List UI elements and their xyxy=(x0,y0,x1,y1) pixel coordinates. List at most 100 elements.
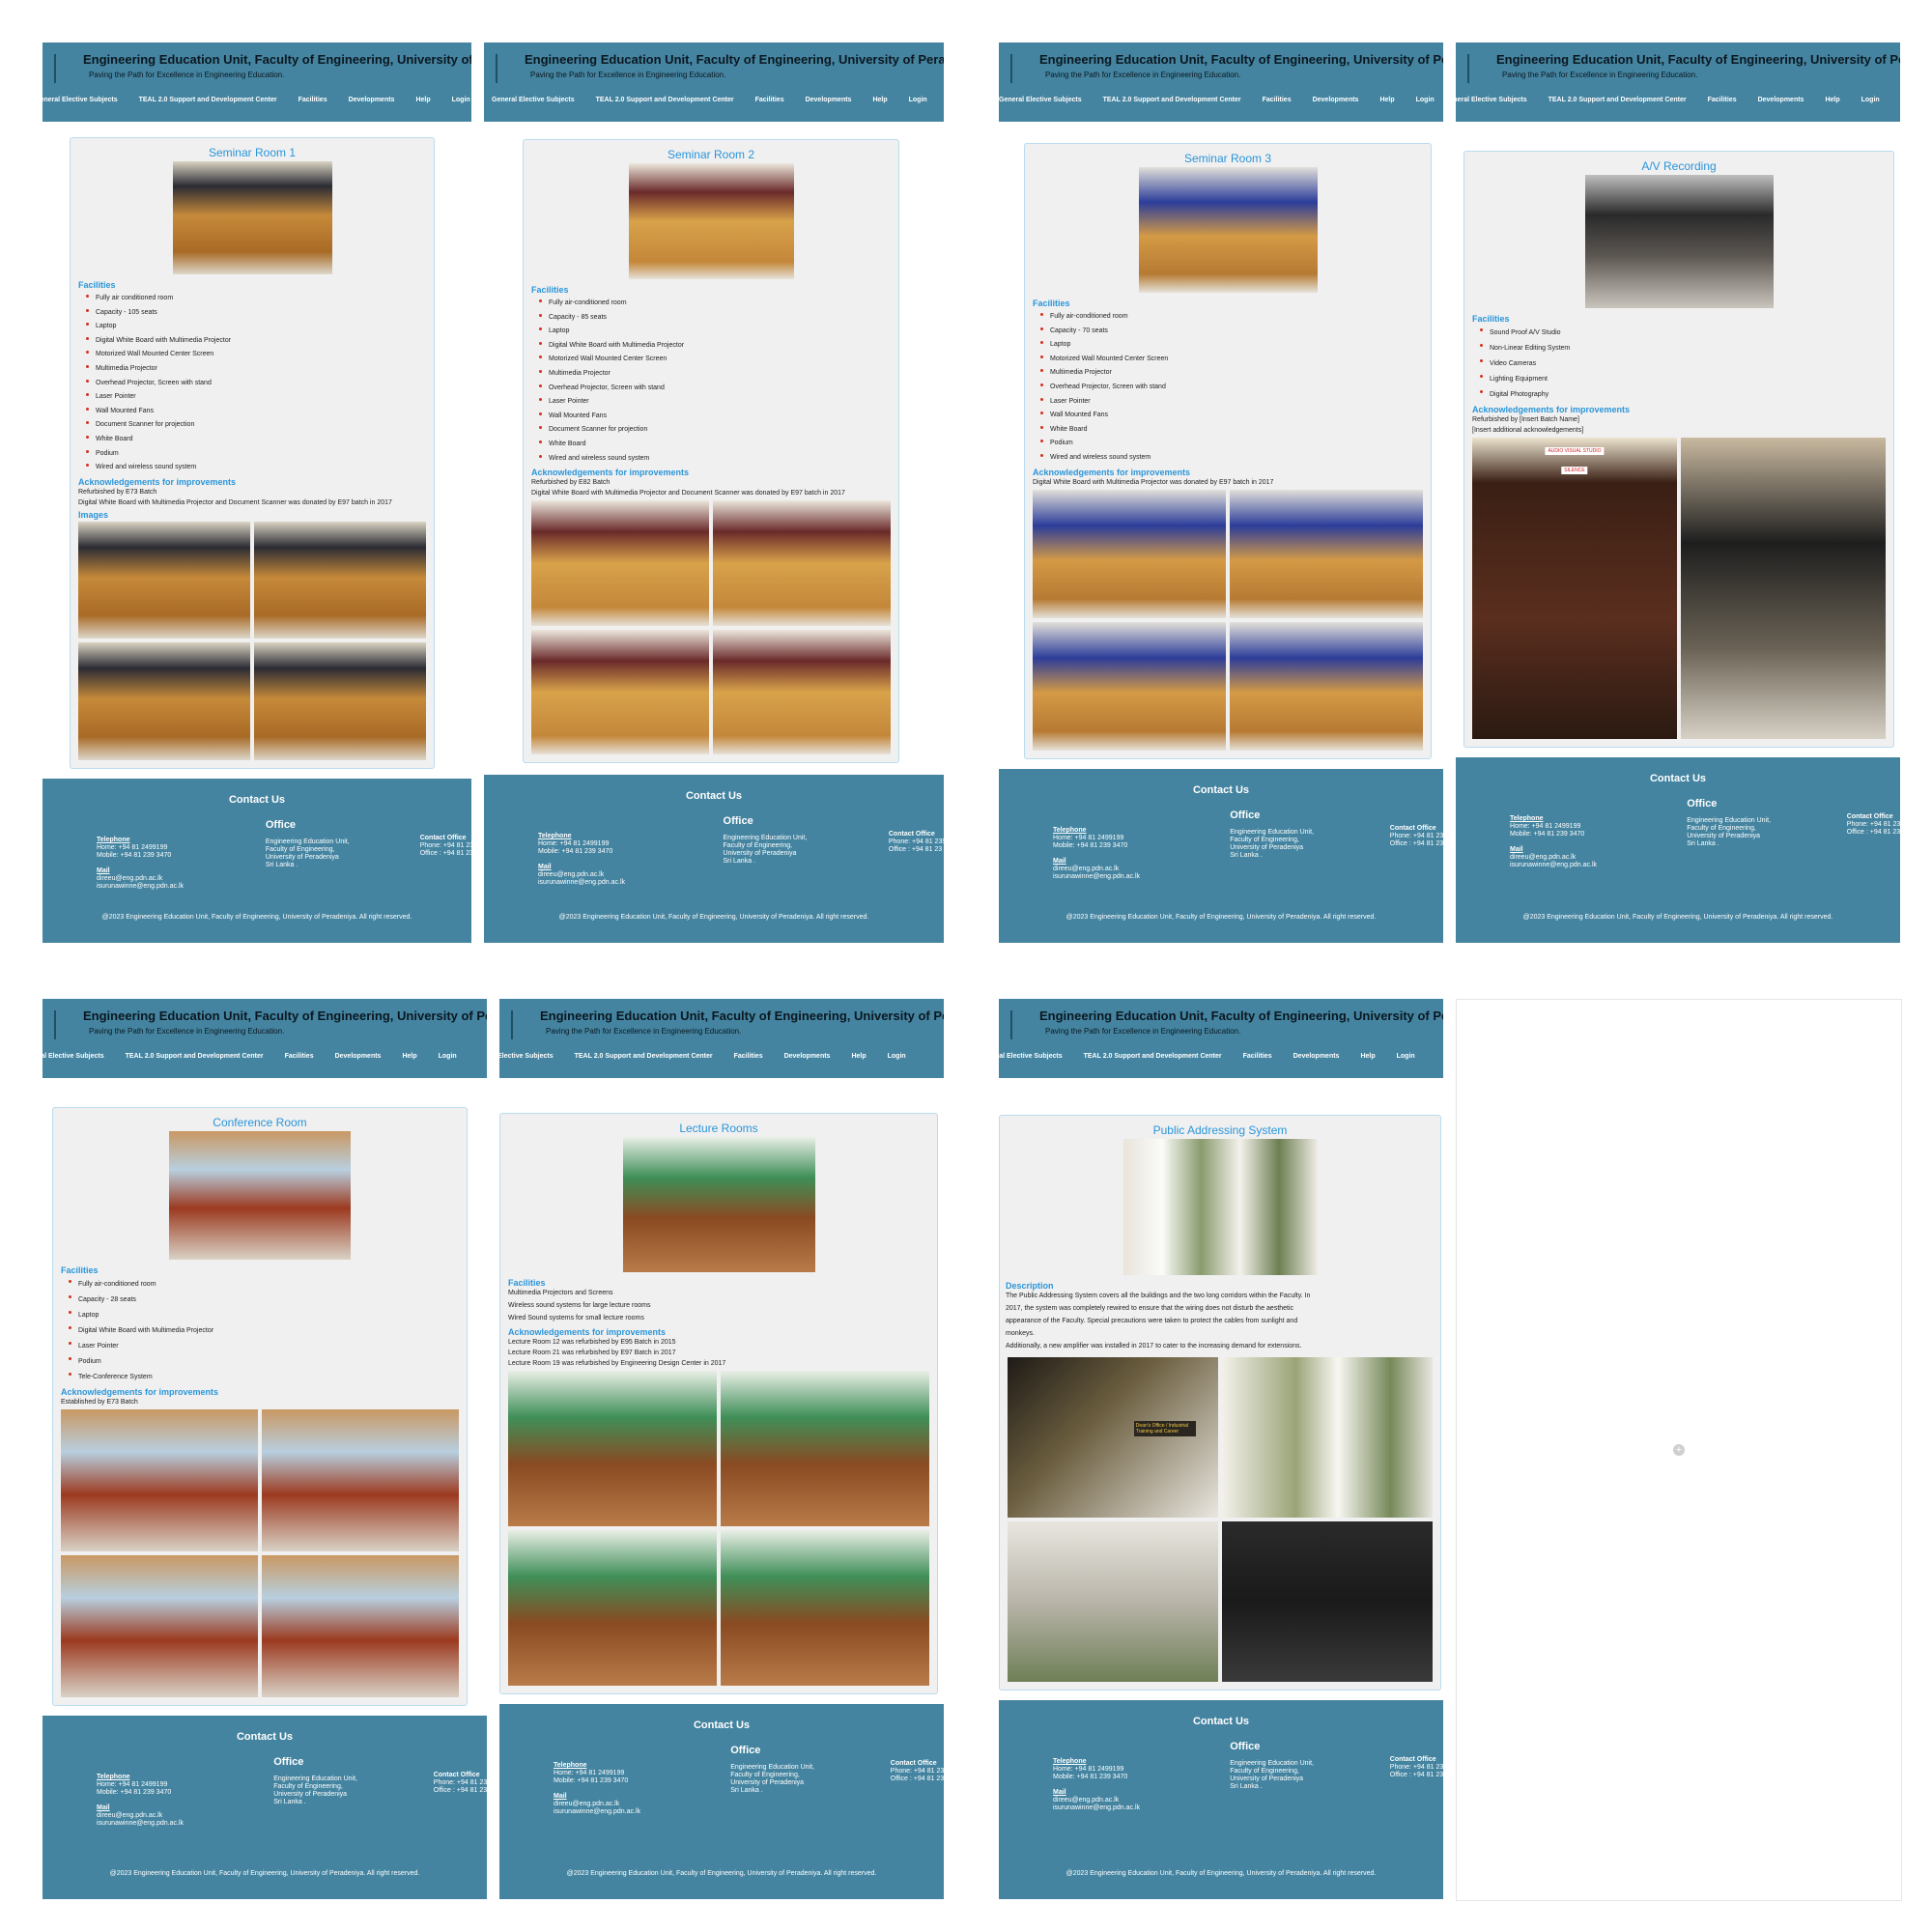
gallery-photo[interactable] xyxy=(531,500,709,626)
nav-item[interactable]: Login xyxy=(452,97,470,103)
nav-item[interactable]: Help xyxy=(1360,1053,1375,1060)
facilities-heading: Facilities xyxy=(1472,314,1510,324)
gallery-photo[interactable] xyxy=(262,1555,459,1697)
email-link[interactable]: direeu@eng.pdn.ac.lk xyxy=(1053,866,1119,873)
copyright-text: @2023 Engineering Education Unit, Facult… xyxy=(1522,914,1833,921)
description-line: The Public Addressing System covers all … xyxy=(1006,1293,1311,1299)
gallery-photo[interactable] xyxy=(508,1530,717,1686)
nav-item[interactable]: General Elective Subjects xyxy=(492,97,575,103)
nav-item[interactable]: General Elective Subjects xyxy=(1456,97,1527,103)
office-address-line: Engineering Education Unit, xyxy=(730,1764,814,1771)
gallery-photo[interactable] xyxy=(1222,1521,1433,1682)
email-link[interactable]: isurunawinne@eng.pdn.ac.lk xyxy=(97,1820,184,1828)
gallery-photo[interactable]: AUDIO VISUAL STUDIO SILENCE xyxy=(1472,438,1677,739)
email-link[interactable]: isurunawinne@eng.pdn.ac.lk xyxy=(538,879,625,887)
gallery-photo[interactable] xyxy=(721,1530,929,1686)
email-link[interactable]: direeu@eng.pdn.ac.lk xyxy=(538,871,604,879)
nav-item[interactable]: Developments xyxy=(784,1053,831,1060)
gallery-photo[interactable] xyxy=(78,642,250,760)
nav-item[interactable]: TEAL 2.0 Support and Development Center xyxy=(575,1053,713,1060)
email-link[interactable]: isurunawinne@eng.pdn.ac.lk xyxy=(1053,1804,1140,1812)
nav-item[interactable]: Developments xyxy=(1313,97,1359,103)
office-heading: Office xyxy=(273,1756,304,1768)
nav-item[interactable]: Login xyxy=(1861,97,1880,103)
facilities-heading: Facilities xyxy=(61,1265,99,1275)
gallery-photo[interactable]: Dean's Office / Industrial Training and … xyxy=(1008,1357,1218,1518)
nav-item[interactable]: TEAL 2.0 Support and Development Center xyxy=(1548,97,1687,103)
email-link[interactable]: direeu@eng.pdn.ac.lk xyxy=(1510,854,1576,862)
nav-item[interactable]: Login xyxy=(1416,97,1435,103)
nav-item[interactable]: Login xyxy=(909,97,927,103)
nav-item[interactable]: Developments xyxy=(349,97,395,103)
gallery-photo[interactable] xyxy=(1230,489,1423,618)
nav-item[interactable]: Help xyxy=(1825,97,1839,103)
nav-item[interactable]: Help xyxy=(402,1053,416,1060)
site-tagline: Paving the Path for Excellence in Engine… xyxy=(546,1027,742,1036)
telephone-label: Telephone xyxy=(554,1762,587,1769)
nav-item[interactable]: Facilities xyxy=(1263,97,1292,103)
nav-item[interactable]: Login xyxy=(439,1053,457,1060)
nav-item[interactable]: Facilities xyxy=(734,1053,763,1060)
gallery-photo[interactable] xyxy=(1681,438,1886,739)
gallery-photo[interactable] xyxy=(508,1371,717,1526)
email-link[interactable]: isurunawinne@eng.pdn.ac.lk xyxy=(1510,862,1597,869)
email-link[interactable]: direeu@eng.pdn.ac.lk xyxy=(97,875,162,883)
gallery-photo[interactable] xyxy=(721,1371,929,1526)
facilities-heading: Facilities xyxy=(1033,298,1070,308)
email-link[interactable]: isurunawinne@eng.pdn.ac.lk xyxy=(1053,873,1140,881)
email-link[interactable]: direeu@eng.pdn.ac.lk xyxy=(97,1812,162,1820)
gallery-photo[interactable] xyxy=(78,521,250,639)
nav-item[interactable]: Help xyxy=(415,97,430,103)
nav-item[interactable]: TEAL 2.0 Support and Development Center xyxy=(1084,1053,1222,1060)
facility-item: Tele-Conference System xyxy=(68,1370,213,1385)
site-title: Engineering Education Unit, Faculty of E… xyxy=(1039,1009,1443,1023)
gallery-photo[interactable] xyxy=(713,500,891,626)
nav-item[interactable]: Help xyxy=(851,1053,866,1060)
gallery-photo[interactable] xyxy=(254,642,426,760)
nav-item[interactable]: Developments xyxy=(335,1053,382,1060)
gallery-photo[interactable] xyxy=(1230,621,1423,751)
main-nav: General Elective Subjects TEAL 2.0 Suppor… xyxy=(43,1053,457,1060)
nav-item[interactable]: General Elective Subjects xyxy=(43,97,118,103)
email-link[interactable]: isurunawinne@eng.pdn.ac.lk xyxy=(554,1808,640,1816)
nav-item[interactable]: Facilities xyxy=(285,1053,314,1060)
nav-item[interactable]: Help xyxy=(872,97,887,103)
nav-item[interactable]: TEAL 2.0 Support and Development Center xyxy=(1103,97,1241,103)
nav-item[interactable]: Developments xyxy=(806,97,852,103)
gallery-photo[interactable] xyxy=(713,629,891,754)
nav-item[interactable]: TEAL 2.0 Support and Development Center xyxy=(126,1053,264,1060)
nav-item[interactable]: General Elective Subjects xyxy=(999,97,1082,103)
nav-item[interactable]: General Elective Subjects xyxy=(499,1053,554,1060)
nav-item[interactable]: General Elective Subjects xyxy=(43,1053,104,1060)
contact-us-heading: Contact Us xyxy=(1192,784,1250,796)
nav-item[interactable]: TEAL 2.0 Support and Development Center xyxy=(596,97,734,103)
nav-item[interactable]: Facilities xyxy=(1708,97,1737,103)
nav-item[interactable]: Developments xyxy=(1293,1053,1340,1060)
gallery-photo[interactable] xyxy=(61,1409,258,1551)
gallery-photo[interactable] xyxy=(1222,1357,1433,1518)
gallery-photo[interactable] xyxy=(1033,489,1226,618)
nav-item[interactable]: Login xyxy=(888,1053,906,1060)
contact-phone: Phone: +94 81 239 xyxy=(1846,821,1900,828)
nav-item[interactable]: Facilities xyxy=(1243,1053,1272,1060)
nav-item[interactable]: Developments xyxy=(1758,97,1804,103)
gallery-photo[interactable] xyxy=(254,521,426,639)
office-address-line: Sri Lanka . xyxy=(265,862,298,868)
email-link[interactable]: isurunawinne@eng.pdn.ac.lk xyxy=(97,883,184,891)
nav-item[interactable]: General Elective Subjects xyxy=(999,1053,1063,1060)
nav-item[interactable]: Facilities xyxy=(755,97,784,103)
gallery-photo[interactable] xyxy=(531,629,709,754)
nav-item[interactable]: TEAL 2.0 Support and Development Center xyxy=(139,97,277,103)
email-link[interactable]: direeu@eng.pdn.ac.lk xyxy=(554,1801,619,1808)
gallery-photo[interactable] xyxy=(1033,621,1226,751)
email-link[interactable]: direeu@eng.pdn.ac.lk xyxy=(1053,1797,1119,1804)
contact-us-heading: Contact Us xyxy=(236,1731,294,1743)
gallery-photo[interactable] xyxy=(61,1555,258,1697)
facility-item: Fully air-conditioned room xyxy=(68,1277,213,1293)
nav-item[interactable]: Facilities xyxy=(298,97,327,103)
nav-item[interactable]: Help xyxy=(1379,97,1394,103)
gallery-photo[interactable] xyxy=(1008,1521,1218,1682)
gallery-photo[interactable] xyxy=(262,1409,459,1551)
nav-item[interactable]: Login xyxy=(1397,1053,1415,1060)
office-heading: Office xyxy=(265,819,297,831)
